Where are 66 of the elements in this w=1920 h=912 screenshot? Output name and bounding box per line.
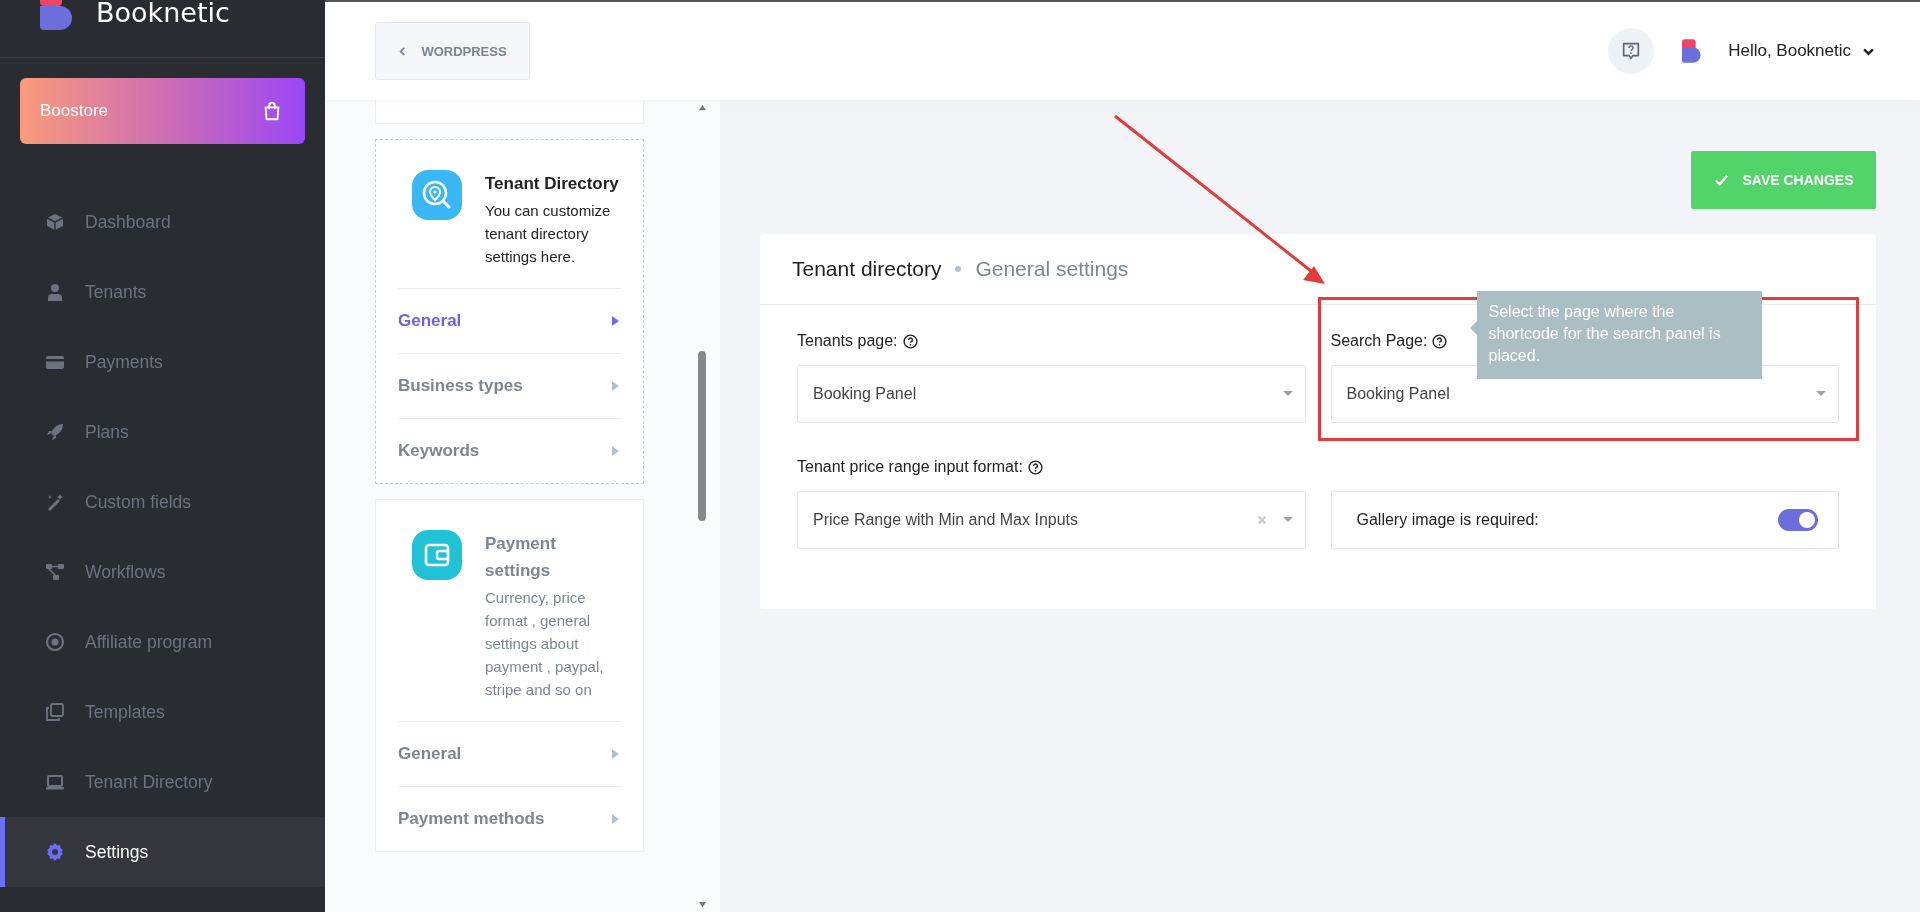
target-icon [45, 632, 65, 652]
scrollbar-thumb[interactable] [698, 351, 706, 521]
toggle-label: Gallery image is required: [1356, 511, 1539, 529]
help-button[interactable] [1608, 28, 1655, 74]
nav-item[interactable]: Custom fields [0, 467, 325, 537]
settings-card[interactable]: Tenant Directory You can customize tenant directory settings here. General Business types Keywords [375, 139, 644, 484]
nav-item[interactable]: Dashboard [0, 187, 325, 257]
wordpress-back-button[interactable]: WORDPRESS [375, 22, 530, 80]
section-description: Currency, price format , general settings about payment , paypal, stripe and so on [485, 588, 605, 700]
save-changes-button[interactable]: SAVE CHANGES [1691, 151, 1876, 209]
dropdown-caret-icon [1282, 391, 1293, 397]
section-description: You can customize tenant directory settings here. [485, 201, 612, 267]
help-icon [1027, 459, 1043, 475]
boostore-button[interactable]: Boostore [20, 78, 305, 144]
avatar-logo-icon [1682, 39, 1703, 63]
toggle-switch[interactable] [1778, 509, 1818, 531]
settings-link[interactable]: General [398, 288, 621, 353]
wallet-icon [412, 530, 462, 580]
tooltip: Select the page where the shortcode for the search panel is placed. [1469, 291, 1762, 379]
nav-item[interactable]: Settings [0, 817, 325, 887]
rocket-icon [45, 422, 65, 442]
help-icon [1432, 333, 1448, 349]
dropdown-caret-icon [1816, 391, 1826, 397]
logo-icon [40, 0, 74, 30]
caret-right-icon [611, 446, 619, 456]
nav-item[interactable]: Workflows [0, 537, 325, 607]
user-icon [45, 282, 65, 302]
field-label: Tenant price range input format: [797, 458, 1023, 476]
user-menu-button[interactable]: Hello, Booknetic [1728, 41, 1874, 61]
separator-dot [955, 266, 962, 272]
caret-right-icon [611, 814, 619, 824]
caret-right-icon [611, 381, 619, 391]
section-title: Payment settings [485, 533, 557, 582]
settings-link[interactable]: General [398, 721, 621, 786]
nav-item[interactable]: Tenants [0, 257, 325, 327]
scroll-up-icon[interactable] [697, 104, 707, 111]
scroll-down-icon[interactable] [697, 901, 707, 908]
field-label: Tenants page: [797, 332, 898, 350]
dropdown-caret-icon [1282, 517, 1293, 523]
select-field[interactable]: Price Range with Min and Max Inputs [797, 491, 1306, 549]
caret-right-icon [611, 316, 619, 326]
logo-text: Booknetic [96, 0, 230, 30]
copy-icon [45, 702, 65, 722]
settings-link[interactable]: Business types [398, 353, 621, 418]
caret-right-icon [611, 749, 619, 759]
laptop-icon [45, 772, 65, 792]
check-icon [1713, 172, 1729, 188]
select-field[interactable]: Booking Panel [797, 365, 1306, 423]
settings-card[interactable]: Payment settings Currency, price format , general settings about payment , paypal, stripe and so on General Payment methods [375, 499, 644, 852]
settings-link[interactable]: Keywords [398, 418, 621, 483]
help-icon [902, 333, 918, 349]
cube-icon [45, 212, 65, 232]
card-title: Tenant directory [792, 257, 942, 281]
card-subtitle: General settings [975, 257, 1129, 281]
settings-icon [45, 842, 65, 862]
search-pin-icon [412, 170, 462, 220]
nav-item[interactable]: Affiliate program [0, 607, 325, 677]
nav-item[interactable]: Tenant Directory [0, 747, 325, 817]
chevron-left-icon [398, 46, 408, 56]
nav-item[interactable]: Templates [0, 677, 325, 747]
settings-link[interactable]: Payment methods [398, 786, 621, 851]
section-title: Tenant Directory [485, 173, 620, 195]
flow-icon [45, 562, 65, 582]
field-label: Search Page: [1330, 332, 1428, 350]
nav-item[interactable]: Payments [0, 327, 325, 397]
nav-item[interactable]: Plans [0, 397, 325, 467]
